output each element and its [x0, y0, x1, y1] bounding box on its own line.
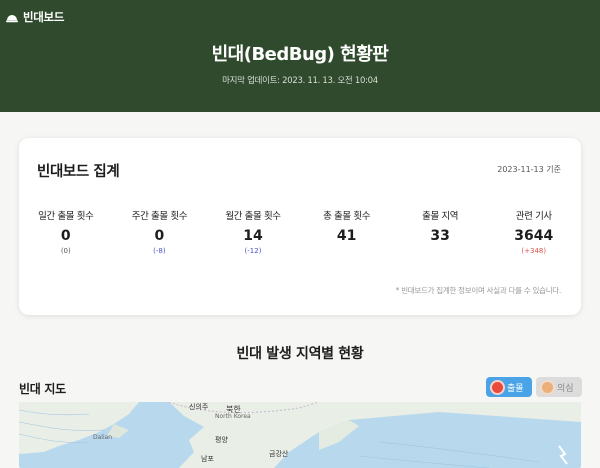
disclaimer-note: * 빈대보드가 집계한 정보이며 사실과 다를 수 있습니다. — [395, 286, 562, 295]
stat-label: 주간 출몰 횟수 — [131, 211, 188, 222]
stat-change: (0) — [60, 247, 71, 255]
stat-articles[interactable]: 관련 기사 3644 (+348) — [487, 208, 581, 257]
summary-card: 빈대보드 집계 2023-11-13 기준 일간 출몰 횟수 0 (0) 주간 … — [19, 138, 581, 315]
dome-icon — [6, 12, 18, 23]
suspect-toggle-button[interactable]: 의심 — [536, 377, 582, 397]
stat-value: 0 — [154, 228, 165, 244]
map-place-dalian: Dalian — [93, 434, 113, 441]
stat-value: 14 — [243, 228, 263, 244]
header: 빈대보드 빈대(BedBug) 현황판 마지막 업데이트: 2023. 11. … — [0, 0, 600, 112]
stat-value: 33 — [430, 228, 450, 244]
stats-row: 일간 출몰 횟수 0 (0) 주간 출몰 횟수 0 (-8) 월간 출몰 횟수 … — [19, 208, 581, 257]
stat-label: 일간 출몰 횟수 — [38, 211, 94, 222]
stat-weekly: 주간 출몰 횟수 0 (-8) — [113, 208, 207, 257]
suspect-toggle-label: 의심 — [557, 383, 574, 394]
bug-icon — [492, 381, 503, 393]
map-place-geumgang: 금강산 — [269, 450, 289, 458]
stat-value: 3644 — [514, 228, 554, 244]
map-place-pyongyang: 평양 — [215, 436, 228, 444]
stat-label: 출몰 지역 — [422, 211, 459, 222]
page-title: 빈대(BedBug) 현황판 — [211, 44, 389, 65]
last-updated: 마지막 업데이트: 2023. 11. 13. 오전 10:04 — [222, 76, 378, 86]
map-place-nampo: 남포 — [201, 455, 214, 463]
stat-change: (-12) — [244, 247, 262, 255]
stat-change: (-8) — [153, 247, 166, 255]
outbreak-toggle-button[interactable]: 출몰 — [486, 377, 532, 397]
summary-date: 2023-11-13 기준 — [497, 165, 561, 174]
summary-title: 빈대보드 집계 — [37, 164, 120, 180]
stat-value: 41 — [336, 228, 357, 244]
bedbug-map[interactable]: 신의주 북한 North Korea 평양 Dalian 금강산 남포 — [19, 402, 581, 468]
map-place-sinuiju: 신의주 — [189, 403, 209, 411]
brand-logo[interactable]: 빈대보드 — [6, 9, 64, 25]
map-place-north-korea-en: North Korea — [215, 413, 251, 420]
stat-label: 관련 기사 — [515, 211, 552, 222]
stat-change — [300, 247, 394, 257]
brand-name: 빈대보드 — [23, 10, 65, 24]
bug-icon — [542, 381, 553, 393]
stat-label: 총 출몰 횟수 — [323, 211, 371, 222]
stat-change — [393, 247, 487, 257]
stat-monthly: 월간 출몰 횟수 14 (-12) — [206, 208, 300, 257]
stat-daily: 일간 출몰 횟수 0 (0) — [19, 208, 113, 257]
stat-label: 월간 출몰 횟수 — [225, 211, 281, 222]
stat-total: 총 출몰 횟수 41 — [300, 208, 394, 257]
stat-change: (+348) — [521, 247, 547, 255]
outbreak-toggle-label: 출몰 — [507, 383, 524, 394]
stat-regions: 출몰 지역 33 — [393, 208, 487, 257]
map-label: 빈대 지도 — [19, 382, 66, 396]
stat-value: 0 — [60, 228, 71, 244]
section-title: 빈대 발생 지역별 현황 — [236, 346, 364, 362]
